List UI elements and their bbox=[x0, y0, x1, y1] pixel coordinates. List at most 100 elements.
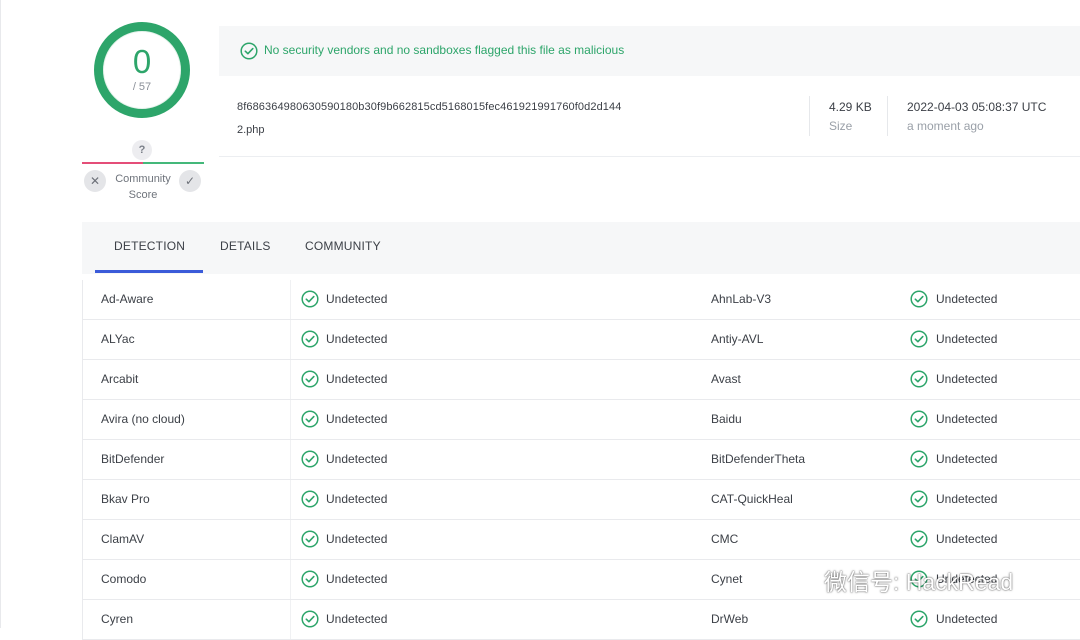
engine-result: Undetected bbox=[326, 412, 388, 426]
cell-divider bbox=[290, 560, 291, 599]
check-circle-icon bbox=[301, 370, 319, 388]
table-row: Ad-Aware Undetected AhnLab-V3 Undetected bbox=[82, 280, 1080, 320]
report-tabs: DETECTION DETAILS COMMUNITY bbox=[82, 222, 1080, 274]
engine-result: Undetected bbox=[936, 372, 998, 386]
detection-count: 0 bbox=[132, 43, 152, 80]
engine-name[interactable]: Antiy-AVL bbox=[711, 332, 763, 346]
check-circle-icon bbox=[301, 530, 319, 548]
engine-name[interactable]: Bkav Pro bbox=[101, 492, 150, 506]
engine-result: Undetected bbox=[936, 292, 998, 306]
engine-name[interactable]: Comodo bbox=[101, 572, 146, 586]
check-circle-icon bbox=[301, 490, 319, 508]
divider bbox=[887, 96, 888, 136]
engine-result: Undetected bbox=[326, 612, 388, 626]
engine-name[interactable]: Avira (no cloud) bbox=[101, 412, 185, 426]
table-row: Cyren Undetected DrWeb Undetected bbox=[82, 600, 1080, 640]
community-score-label: Community Score bbox=[108, 171, 178, 203]
engine-result: Undetected bbox=[936, 532, 998, 546]
engine-result: Undetected bbox=[326, 532, 388, 546]
file-size-value: 4.29 KB bbox=[829, 100, 872, 114]
check-circle-icon bbox=[910, 530, 928, 548]
verdict-message: No security vendors and no sandboxes fla… bbox=[264, 43, 625, 57]
scan-date-value: 2022-04-03 05:08:37 UTC bbox=[907, 100, 1047, 114]
engine-name[interactable]: ALYac bbox=[101, 332, 135, 346]
file-size-label: Size bbox=[829, 119, 853, 133]
window-edge bbox=[0, 0, 1, 628]
engine-name[interactable]: DrWeb bbox=[711, 612, 748, 626]
cell-divider bbox=[290, 520, 291, 559]
vote-malicious-button[interactable]: ✕ bbox=[84, 170, 106, 192]
detection-score-ring: 0 / 57 bbox=[94, 22, 190, 118]
engine-name[interactable]: Ad-Aware bbox=[101, 292, 153, 306]
check-icon: ✓ bbox=[184, 174, 196, 188]
engine-name[interactable]: CMC bbox=[711, 532, 738, 546]
cell-divider bbox=[290, 600, 291, 639]
community-label-line1: Community bbox=[115, 173, 171, 185]
engine-result: Undetected bbox=[326, 372, 388, 386]
engine-name[interactable]: Baidu bbox=[711, 412, 742, 426]
table-row: Arcabit Undetected Avast Undetected bbox=[82, 360, 1080, 400]
engine-result: Undetected bbox=[936, 492, 998, 506]
check-circle-icon bbox=[301, 290, 319, 308]
wechat-icon bbox=[782, 567, 814, 592]
engine-name[interactable]: Avast bbox=[711, 372, 741, 386]
community-score-badge[interactable]: ? bbox=[132, 140, 152, 160]
scan-date-relative: a moment ago bbox=[907, 119, 984, 133]
verdict-banner: No security vendors and no sandboxes fla… bbox=[219, 26, 1080, 76]
check-circle-icon bbox=[301, 610, 319, 628]
engine-name[interactable]: ClamAV bbox=[101, 532, 144, 546]
check-circle-icon bbox=[910, 490, 928, 508]
divider bbox=[809, 96, 810, 136]
engine-name[interactable]: AhnLab-V3 bbox=[711, 292, 771, 306]
table-row: Avira (no cloud) Undetected Baidu Undetecte… bbox=[82, 400, 1080, 440]
engine-name[interactable]: CAT-QuickHeal bbox=[711, 492, 793, 506]
cell-divider bbox=[290, 360, 291, 399]
engine-result: Undetected bbox=[936, 412, 998, 426]
engine-result: Undetected bbox=[326, 492, 388, 506]
tab-community[interactable]: COMMUNITY bbox=[305, 239, 381, 253]
engine-name[interactable]: Arcabit bbox=[101, 372, 138, 386]
active-tab-indicator bbox=[95, 270, 203, 273]
wechat-watermark: 微信号: HackRead bbox=[780, 562, 1060, 598]
engine-result: Undetected bbox=[326, 332, 388, 346]
engine-result: Undetected bbox=[936, 452, 998, 466]
table-row: Bkav Pro Undetected CAT-QuickHeal Undetecte… bbox=[82, 480, 1080, 520]
check-circle-icon bbox=[240, 42, 258, 60]
engine-result: Undetected bbox=[326, 452, 388, 466]
check-circle-icon bbox=[910, 450, 928, 468]
check-circle-icon bbox=[910, 330, 928, 348]
table-row: BitDefender Undetected BitDefenderTheta Und… bbox=[82, 440, 1080, 480]
check-circle-icon bbox=[910, 610, 928, 628]
cell-divider bbox=[290, 320, 291, 359]
table-row: ClamAV Undetected CMC Undetected bbox=[82, 520, 1080, 560]
vote-harmless-button[interactable]: ✓ bbox=[179, 170, 201, 192]
score-ring-inner: 0 / 57 bbox=[94, 22, 190, 118]
tab-details[interactable]: DETAILS bbox=[220, 239, 271, 253]
check-circle-icon bbox=[910, 410, 928, 428]
community-label-line2: Score bbox=[128, 189, 158, 201]
check-circle-icon bbox=[301, 450, 319, 468]
file-name: 2.php bbox=[237, 124, 265, 136]
cell-divider bbox=[290, 280, 291, 319]
check-circle-icon bbox=[910, 290, 928, 308]
table-row: ALYac Undetected Antiy-AVL Undetected bbox=[82, 320, 1080, 360]
engine-result: Undetected bbox=[326, 572, 388, 586]
engine-name[interactable]: BitDefenderTheta bbox=[711, 452, 805, 466]
engine-name[interactable]: Cynet bbox=[711, 572, 742, 586]
file-info: 8f686364980630590180b30f9b662815cd516801… bbox=[219, 76, 1080, 157]
cell-divider bbox=[290, 400, 291, 439]
tab-detection[interactable]: DETECTION bbox=[114, 239, 185, 253]
engine-name[interactable]: BitDefender bbox=[101, 452, 164, 466]
close-icon: ✕ bbox=[89, 174, 101, 188]
community-score-bar bbox=[82, 162, 204, 164]
engine-result: Undetected bbox=[936, 332, 998, 346]
cell-divider bbox=[290, 440, 291, 479]
engine-total: / 57 bbox=[132, 81, 152, 93]
file-hash[interactable]: 8f686364980630590180b30f9b662815cd516801… bbox=[237, 101, 621, 113]
watermark-text: 微信号: HackRead bbox=[824, 569, 1014, 595]
check-circle-icon bbox=[301, 330, 319, 348]
cell-divider bbox=[290, 480, 291, 519]
engine-result: Undetected bbox=[936, 612, 998, 626]
check-circle-icon bbox=[301, 570, 319, 588]
engine-name[interactable]: Cyren bbox=[101, 612, 133, 626]
